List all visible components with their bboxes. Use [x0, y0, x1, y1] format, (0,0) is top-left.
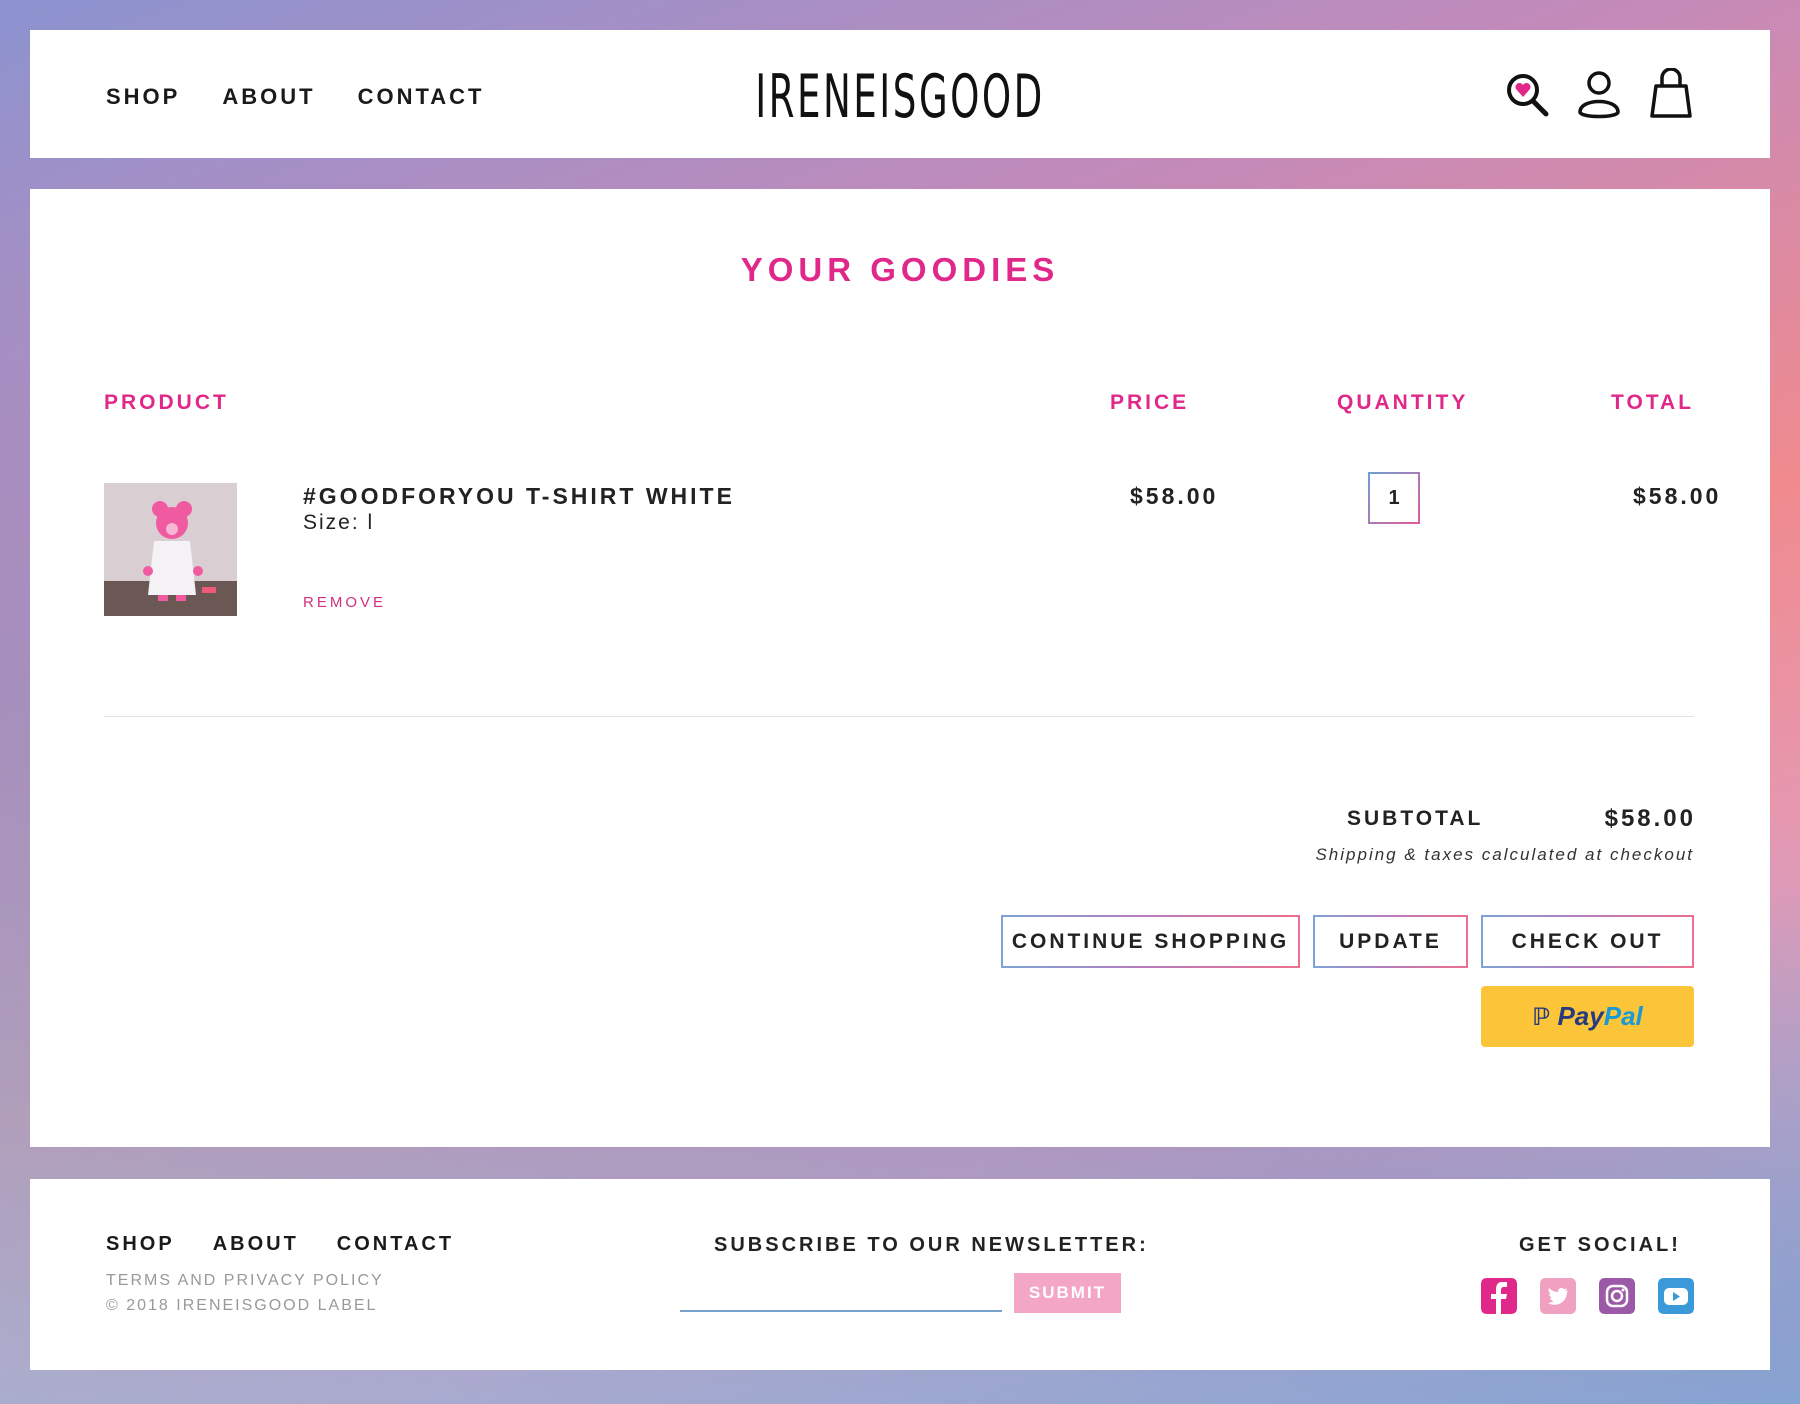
product-name[interactable]: #GOODFORYOU T-SHIRT WHITE	[303, 483, 735, 510]
subtotal-value: $58.00	[1604, 805, 1696, 832]
footer-nav-contact[interactable]: CONTACT	[337, 1233, 454, 1256]
paypal-label-2: Pal	[1603, 1001, 1643, 1031]
nav-shop[interactable]: SHOP	[106, 84, 180, 110]
twitter-icon[interactable]	[1540, 1278, 1576, 1314]
newsletter-email-input[interactable]	[680, 1272, 1002, 1312]
column-quantity: QUANTITY	[1337, 391, 1469, 414]
nav-about[interactable]: ABOUT	[222, 84, 315, 110]
newsletter-submit-button[interactable]: SUBMIT	[1014, 1273, 1121, 1313]
page-title: YOUR GOODIES	[740, 251, 1060, 288]
site-logo[interactable]: IRENEISGOOD	[361, 62, 1440, 132]
newsletter-label: SUBSCRIBE TO OUR NEWSLETTER:	[714, 1234, 1149, 1256]
quantity-input[interactable]: 1	[1368, 472, 1420, 524]
update-button[interactable]: UPDATE	[1313, 915, 1468, 968]
checkout-button[interactable]: CHECK OUT	[1481, 915, 1694, 968]
shopping-bag-icon[interactable]	[1648, 68, 1694, 120]
paypal-label-1: Pay	[1557, 1001, 1604, 1031]
facebook-icon[interactable]	[1481, 1278, 1517, 1314]
footer-nav-shop[interactable]: SHOP	[106, 1233, 175, 1256]
item-total: $58.00	[1633, 483, 1722, 509]
remove-link[interactable]: REMOVE	[303, 594, 386, 611]
column-total: TOTAL	[1611, 391, 1695, 414]
social-links	[1481, 1278, 1694, 1314]
product-size: Size: l	[303, 511, 375, 534]
site-header: SHOP ABOUT CONTACT IRENEISGOOD	[30, 30, 1770, 158]
instagram-icon[interactable]	[1599, 1278, 1635, 1314]
youtube-icon[interactable]	[1658, 1278, 1694, 1314]
cart-panel: YOUR GOODIES PRODUCT PRICE QUANTITY TOTA…	[30, 189, 1770, 1147]
user-icon[interactable]	[1576, 68, 1622, 120]
column-product: PRODUCT	[104, 391, 229, 414]
paypal-button[interactable]: ℙ PayPal	[1481, 986, 1694, 1047]
header-icons	[1504, 68, 1694, 120]
item-price: $58.00	[1130, 483, 1219, 509]
column-price: PRICE	[1110, 391, 1190, 414]
continue-shopping-button[interactable]: CONTINUE SHOPPING	[1001, 915, 1300, 968]
paypal-icon: ℙ	[1532, 1004, 1551, 1031]
copyright: © 2018 IRENEISGOOD LABEL	[106, 1297, 378, 1314]
social-label: GET SOCIAL!	[1519, 1234, 1681, 1256]
product-thumbnail[interactable]	[104, 483, 237, 616]
row-divider	[104, 716, 1694, 717]
site-footer: SHOP ABOUT CONTACT TERMS AND PRIVACY POL…	[30, 1179, 1770, 1370]
terms-link[interactable]: TERMS AND PRIVACY POLICY	[106, 1272, 384, 1290]
footer-nav-about[interactable]: ABOUT	[213, 1233, 299, 1256]
bear-figure-image	[104, 483, 237, 616]
search-heart-icon[interactable]	[1504, 68, 1550, 120]
footer-nav: SHOP ABOUT CONTACT	[106, 1233, 454, 1256]
shipping-note: Shipping & taxes calculated at checkout	[1315, 845, 1694, 864]
subtotal-label: SUBTOTAL	[1347, 807, 1484, 830]
